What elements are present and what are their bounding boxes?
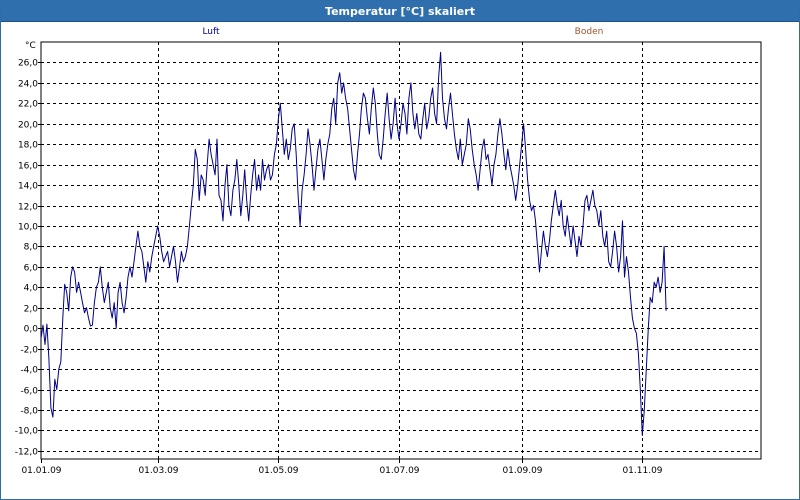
y-tick-label: 14,0 [18,182,38,192]
y-tick-label: 2,0 [24,305,39,315]
y-tick-label: -8,0 [20,407,38,417]
x-tick-label: 01.09.09 [502,466,542,476]
y-tick-label: 12,0 [18,203,38,213]
line-chart: -12,0 -10,0 -8,0 -6,0 -4,0 -2,0 0,0 2,0 4,0 6,0 8,… [15,27,762,476]
y-tick-label: 16,0 [18,162,38,172]
y-tick-label: -4,0 [20,366,38,376]
y-tick-label: 0,0 [24,325,39,335]
y-tick-label: 4,0 [24,284,39,294]
chart-window: Temperatur [°C] skaliert -12,0 -10,0 -8,0-… [0,0,800,500]
plot-frame [40,41,762,460]
y-tick-label: 6,0 [24,264,39,274]
y-tick-label: -6,0 [20,387,38,397]
legend-entry-boden: Boden [575,27,604,37]
y-tick-label: -2,0 [20,346,38,356]
y-axis-unit: °C [25,41,36,51]
y-tick-label: 22,0 [18,100,38,110]
x-tick-label: 01.03.09 [138,466,178,476]
x-tick-label: 01.01.09 [21,466,61,476]
chart-title: Temperatur [°C] skaliert [1,1,799,22]
x-tick-label: 01.05.09 [258,466,298,476]
legend-entry-luft: Luft [202,27,220,37]
y-tick-label: -12,0 [15,448,39,458]
y-tick-label: 26,0 [18,59,38,69]
y-tick-label: 24,0 [18,80,38,90]
x-tick-label: 01.07.09 [379,466,419,476]
y-tick-label: 10,0 [18,223,38,233]
y-tick-label: -10,0 [15,427,39,437]
y-tick-label: 8,0 [24,243,39,253]
x-tick-label: 01.11.09 [622,466,662,476]
y-tick-label: 20,0 [18,121,38,131]
y-tick-label: 18,0 [18,141,38,151]
